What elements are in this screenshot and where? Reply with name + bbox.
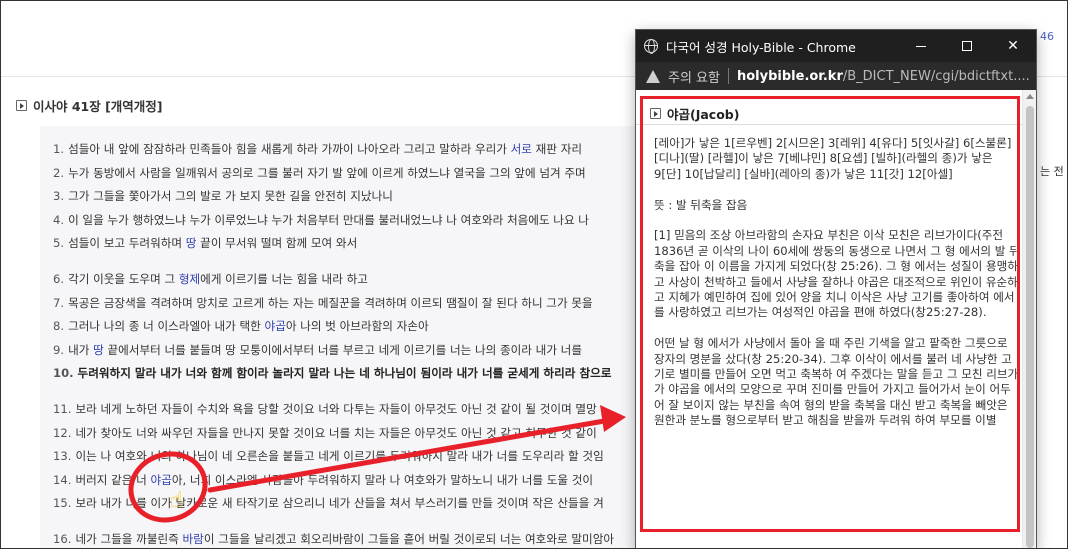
verse-number: 14. <box>53 472 72 487</box>
expand-toggle-icon[interactable] <box>16 100 27 111</box>
scrollbar-thumb[interactable] <box>1026 106 1034 548</box>
verse-number: 15. <box>53 496 72 511</box>
verse-row: 9. 내가 땅 끝에서부터 너를 붙들며 땅 모퉁이에서부터 너를 부르고 네게 … <box>53 341 640 365</box>
maximize-button[interactable] <box>944 30 990 62</box>
verse-row: 8. 그러나 나의 종 너 이스라엘아 내가 택한 야곱아 나의 벗 아브라함의 … <box>53 317 640 341</box>
verse-text: 끝이 무서워 떨며 함께 모여 와서 <box>196 236 358 251</box>
verse-number: 2. <box>53 165 65 180</box>
verse-row: 10. 두려워하지 말라 내가 너와 함께 함이라 놀라지 말라 나는 네 하나님… <box>53 364 640 388</box>
verse-row: 2. 누가 동방에서 사람을 일깨워서 공의로 그를 불러 자기 발 앞에 이르게… <box>53 164 640 188</box>
dictionary-link[interactable]: 형제 <box>179 272 200 286</box>
scrollbar[interactable] <box>1022 90 1036 549</box>
scroll-up-icon[interactable] <box>1026 94 1034 99</box>
verse-text: 보라 네게 노하던 자들이 수치와 욕을 당할 것이요 너와 다투는 자들이 아… <box>75 401 597 416</box>
verse-text: 각기 이웃을 도우며 그 <box>68 271 179 286</box>
page-number-links: 5 46 <box>1015 30 1054 43</box>
verse-text: 끝에서부터 너를 붙들며 땅 모퉁이에서부터 너를 부르고 네게 이르기를 너는… <box>103 342 583 357</box>
verse-number: 1. <box>53 142 65 156</box>
entry-heading-text: 야곱(Jacob) <box>667 107 740 122</box>
expand-toggle-icon[interactable] <box>650 108 661 119</box>
warning-icon <box>646 69 660 83</box>
dictionary-link[interactable]: 땅 <box>93 343 104 357</box>
minimize-button[interactable] <box>898 30 944 62</box>
url-path: /B_DICT_NEW/cgi/bdictftxt.... <box>842 68 1030 84</box>
verse-row: 12. 네가 찾아도 너와 싸우던 자들을 만나지 못할 것이요 너를 치는 자들… <box>53 424 640 448</box>
popup-content: 야곱(Jacob) [레아]가 낳은 1[르우벤] 2[시므온] 3[레위] 4… <box>636 90 1036 549</box>
verse-text: 에게 이르기를 너는 힘을 내라 하고 <box>200 271 368 286</box>
verse-text: 그러나 나의 종 너 이스라엘아 내가 택한 <box>68 319 265 334</box>
verse-text: 두려워하지 말라 내가 너와 함께 함이라 놀라지 말라 나는 네 하나님이 됨… <box>77 366 612 381</box>
verse-number: 12. <box>53 425 72 440</box>
close-icon: ✕ <box>1007 38 1019 54</box>
verse-number: 8. <box>53 319 65 334</box>
verse-number: 10. <box>53 366 74 381</box>
verse-text: 네가 찾아도 너와 싸우던 자들을 만나지 못할 것이요 너를 치는 자들은 아… <box>75 425 597 440</box>
chapter-title-text: 이사야 41장 [개역개정] <box>33 99 163 114</box>
entry-heading[interactable]: 야곱(Jacob) <box>650 104 739 123</box>
verse-text: 아 나의 벗 아브라함의 자손아 <box>285 319 429 334</box>
verse-text: 네가 그들을 까불린즉 <box>75 531 183 546</box>
dictionary-link[interactable]: 서로 <box>511 142 532 156</box>
maximize-icon <box>962 41 972 51</box>
divider <box>727 68 729 84</box>
verse-number: 4. <box>53 212 65 227</box>
security-warning-label: 주의 요함 <box>668 70 720 86</box>
verse-row: 6. 각기 이웃을 도우며 그 형제에게 이르기를 너는 힘을 내라 하고 <box>53 270 640 294</box>
verse-row: 1. 섬들아 내 앞에 잠잠하라 민족들아 힘을 새롭게 하라 가까이 나아오라 … <box>53 140 640 164</box>
verse-text: 아, 너희 이스라엘 사람들아 두려워하지 말라 나 여호와가 말하노니 내가 … <box>171 472 594 487</box>
verse-text: 이 일을 누가 행하였느냐 누가 이루었느냐 누가 처음부터 만대를 불러내었느… <box>68 212 589 227</box>
dictionary-link[interactable]: 바람 <box>183 532 204 546</box>
verse-number: 3. <box>53 189 65 204</box>
verse-row: 11. 보라 네게 노하던 자들이 수치와 욕을 당할 것이요 너와 다투는 자들… <box>53 400 640 424</box>
divider <box>636 124 1022 125</box>
close-button[interactable]: ✕ <box>990 30 1036 62</box>
page-link[interactable]: 46 <box>1040 30 1054 43</box>
verse-row: 16. 네가 그들을 까불린즉 바람이 그들을 날리겠고 회오리바람이 그들을 흩… <box>53 530 640 549</box>
entry-body: [레아]가 낳은 1[르우벤] 2[시므온] 3[레위] 4[유다] 5[잇사갈… <box>654 136 1020 549</box>
verse-text: 이 그들을 날리겠고 회오리바람이 그들을 흩어 버릴 것이로되 너는 여호와로… <box>203 531 615 546</box>
dictionary-link[interactable]: 야곱 <box>265 319 286 333</box>
entry-paragraph: [레아]가 낳은 1[르우벤] 2[시므온] 3[레위] 4[유다] 5[잇사갈… <box>654 136 1012 181</box>
chapter-title[interactable]: 이사야 41장 [개역개정] <box>16 96 163 115</box>
entry-paragraph: 어떤 날 형 에서가 사냥에서 돌아 올 때 주린 기색을 알고 팥죽한 그릇으… <box>654 336 1019 428</box>
entry-paragraph: [1] 믿음의 조상 아브라함의 손자요 부친은 이삭 모친은 리브가이다(주전… <box>654 228 1020 320</box>
globe-icon <box>644 39 658 54</box>
verse-row: 7. 목공은 금장색을 격려하며 망치로 고르게 하는 자는 메질꾼을 격려하며 … <box>53 294 640 318</box>
verse-text: 섬들이 보고 두려워하며 <box>68 236 186 251</box>
popup-window[interactable]: 다국어 성경 Holy-Bible - Chrome ✕ 주의 요함 holyb… <box>636 30 1036 549</box>
address-bar[interactable]: 주의 요함 holybible.or.kr /B_DICT_NEW/cgi/bd… <box>636 62 1036 90</box>
verse-row: 5. 섬들이 보고 두려워하며 땅 끝이 무서워 떨며 함께 모여 와서 <box>53 234 640 258</box>
verse-text: 목공은 금장색을 격려하며 망치로 고르게 하는 자는 메질꾼을 격려하며 이르… <box>68 295 593 310</box>
verse-text: 내가 <box>68 342 94 357</box>
verse-text: 그가 그들을 쫓아가서 그의 발로 가 보지 못한 길을 안전히 지났나니 <box>68 189 393 204</box>
verse-text: 재판 자리 <box>531 142 583 156</box>
verse-number: 5. <box>53 236 65 251</box>
hand-pointer-icon: ☝ <box>170 488 184 513</box>
verse-text: 섬들아 내 앞에 잠잠하라 민족들아 힘을 새롭게 하라 가까이 나아오라 그리… <box>68 142 511 156</box>
dictionary-link[interactable]: 땅 <box>186 236 197 250</box>
minimize-icon <box>916 45 926 47</box>
verse-text: 누가 동방에서 사람을 일깨워서 공의로 그를 불러 자기 발 앞에 이르게 하… <box>68 165 586 180</box>
window-title: 다국어 성경 Holy-Bible - Chrome <box>666 39 856 55</box>
verse-row: 3. 그가 그들을 쫓아가서 그의 발로 가 보지 못한 길을 안전히 지났나니 <box>53 187 640 211</box>
clipped-text: 는 전 <box>1040 165 1064 178</box>
verse-number: 9. <box>53 342 65 357</box>
url-host: holybible.or.kr <box>736 68 843 84</box>
verse-number: 11. <box>53 401 72 416</box>
verse-number: 13. <box>53 449 72 464</box>
verse-row: 4. 이 일을 누가 행하였느냐 누가 이루었느냐 누가 처음부터 만대를 불러내… <box>53 211 640 235</box>
entry-paragraph: 뜻 : 발 뒤축을 잡음 <box>654 197 748 212</box>
verse-number: 6. <box>53 271 65 286</box>
verse-number: 16. <box>53 531 72 546</box>
title-bar[interactable]: 다국어 성경 Holy-Bible - Chrome ✕ <box>636 30 1036 62</box>
verse-number: 7. <box>53 295 65 310</box>
